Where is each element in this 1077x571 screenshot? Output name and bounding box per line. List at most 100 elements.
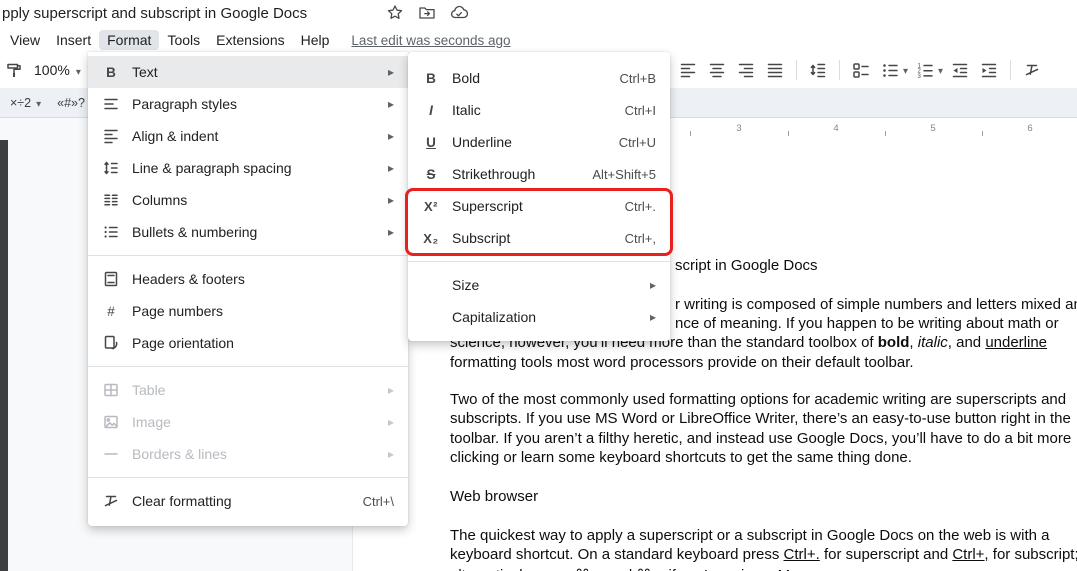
menu-tools[interactable]: Tools: [159, 30, 208, 50]
format-menu-item-paragraph-styles[interactable]: Paragraph styles: [88, 88, 408, 120]
doc-italic-word: italic: [917, 334, 948, 351]
text-submenu-item-bold[interactable]: B Bold Ctrl+B: [408, 62, 670, 94]
doc-subheading[interactable]: Web browser: [450, 488, 538, 505]
justify-icon[interactable]: [763, 58, 787, 82]
cloud-saved-icon[interactable]: [450, 4, 469, 22]
menu-view[interactable]: View: [2, 30, 48, 50]
paint-format-icon[interactable]: [2, 58, 26, 82]
math-operations-label: ×÷2: [10, 95, 32, 110]
menu-item-label: Text: [132, 64, 158, 80]
menu-help[interactable]: Help: [293, 30, 338, 50]
submenu-arrow-icon: [646, 276, 656, 294]
doc-line[interactable]: The quickest way to apply a superscript …: [450, 527, 1049, 544]
menu-item-label: Bullets & numbering: [132, 224, 258, 240]
doc-line[interactable]: Two of the most commonly used formatting…: [450, 391, 1066, 408]
text-submenu-item-strikethrough[interactable]: S Strikethrough Alt+Shift+5: [408, 158, 670, 190]
doc-heading-fragment[interactable]: script in Google Docs: [675, 257, 818, 274]
line-spacing-icon[interactable]: [806, 58, 830, 82]
menu-item-shortcut: Ctrl+I: [624, 102, 656, 118]
strikethrough-icon: S: [426, 166, 436, 182]
submenu-arrow-icon: [384, 63, 394, 81]
menu-item-label: Paragraph styles: [132, 96, 238, 112]
submenu-arrow-icon: [384, 127, 394, 145]
submenu-arrow-icon: [384, 95, 394, 113]
menu-item-label: Capitalization: [452, 309, 537, 325]
doc-line[interactable]: formatting tools most word processors pr…: [450, 354, 914, 371]
math-symbols-label: «#»?: [57, 95, 85, 110]
format-menu-item-line-spacing[interactable]: Line & paragraph spacing: [88, 152, 408, 184]
text-submenu-item-underline[interactable]: U Underline Ctrl+U: [408, 126, 670, 158]
bulleted-list-button[interactable]: [878, 58, 908, 82]
zoom-caret-icon: [76, 62, 81, 78]
toolbar-divider: [1010, 60, 1012, 80]
ruler-tick: [885, 131, 886, 136]
align-indent-icon: [100, 127, 122, 145]
format-menu-item-image: Image: [88, 406, 408, 438]
bulleted-list-caret-icon: [903, 61, 908, 79]
underline-icon: U: [426, 134, 436, 150]
format-menu-item-align-indent[interactable]: Align & indent: [88, 120, 408, 152]
clear-formatting-icon[interactable]: [1020, 58, 1044, 82]
star-icon[interactable]: [386, 4, 404, 22]
menu-item-label: Bold: [452, 70, 481, 86]
format-menu-item-page-orientation[interactable]: Page orientation: [88, 327, 408, 359]
format-menu-item-bullets-numbering[interactable]: Bullets & numbering: [88, 216, 408, 248]
ruler-tick: [690, 131, 691, 136]
text-submenu-item-size[interactable]: Size: [408, 269, 670, 301]
doc-text-segment: , and: [947, 334, 986, 351]
menu-format[interactable]: Format: [99, 30, 160, 50]
text-submenu-item-italic[interactable]: I Italic Ctrl+I: [408, 94, 670, 126]
doc-text-segment: keyboard shortcut. On a standard keyboar…: [450, 546, 784, 563]
move-folder-icon[interactable]: [418, 4, 436, 22]
menu-divider: [88, 255, 408, 256]
menu-item-label: Headers & footers: [132, 271, 245, 287]
columns-icon: [100, 191, 122, 209]
menu-item-label: Size: [452, 277, 480, 293]
numbered-list-button[interactable]: 123: [913, 58, 943, 82]
format-menu-item-text[interactable]: B Text: [88, 56, 408, 88]
increase-indent-icon[interactable]: [977, 58, 1001, 82]
menu-extensions[interactable]: Extensions: [208, 30, 292, 50]
decrease-indent-icon[interactable]: [948, 58, 972, 82]
text-format-icon: B: [106, 64, 116, 80]
align-right-icon[interactable]: [734, 58, 758, 82]
doc-line[interactable]: alternatively press ⌘+. and ⌘+, if you’r…: [450, 566, 810, 571]
menu-insert[interactable]: Insert: [48, 30, 99, 50]
page-numbers-icon: #: [107, 303, 115, 319]
align-center-icon[interactable]: [705, 58, 729, 82]
doc-line[interactable]: subscripts. If you use MS Word or LibreO…: [450, 410, 1071, 427]
menu-item-label: Table: [132, 382, 166, 398]
line-paragraph-spacing-icon: [100, 159, 122, 177]
numbered-list-caret-icon: [938, 61, 943, 79]
checklist-icon[interactable]: [849, 58, 873, 82]
math-operations-menu[interactable]: ×÷2: [10, 96, 41, 110]
last-edit-status[interactable]: Last edit was seconds ago: [351, 33, 510, 48]
document-title[interactable]: pply superscript and subscript in Google…: [2, 5, 307, 22]
menu-divider: [88, 477, 408, 478]
menubar: View Insert Format Tools Extensions Help…: [0, 28, 511, 52]
format-menu-item-headers-footers[interactable]: Headers & footers: [88, 263, 408, 295]
doc-line[interactable]: r writing is composed of simple numbers …: [675, 296, 1077, 313]
menu-item-label: Line & paragraph spacing: [132, 160, 292, 176]
doc-text-segment: for subscript;: [988, 546, 1077, 563]
format-menu-item-table: Table: [88, 374, 408, 406]
borders-lines-icon: [100, 445, 122, 463]
align-left-icon[interactable]: [676, 58, 700, 82]
format-menu-item-clear-formatting[interactable]: Clear formatting Ctrl+\: [88, 485, 408, 517]
headers-footers-icon: [100, 270, 122, 288]
page-orientation-icon: [100, 334, 122, 352]
text-submenu-item-capitalization[interactable]: Capitalization: [408, 301, 670, 333]
doc-line[interactable]: toolbar. If you aren’t a filthy heretic,…: [450, 430, 1071, 447]
annotation-highlight-box: [405, 188, 673, 256]
math-symbols-menu[interactable]: «#»?: [57, 96, 85, 110]
svg-text:3: 3: [918, 74, 922, 79]
doc-line[interactable]: nce of meaning. If you happen to be writ…: [675, 315, 1059, 332]
format-menu-item-columns[interactable]: Columns: [88, 184, 408, 216]
doc-line[interactable]: clicking or learn some keyboard shortcut…: [450, 449, 912, 466]
format-menu-item-borders-lines: Borders & lines: [88, 438, 408, 470]
ruler-mark-3: 3: [736, 123, 742, 134]
doc-line[interactable]: keyboard shortcut. On a standard keyboar…: [450, 546, 1077, 563]
format-menu-item-page-numbers[interactable]: # Page numbers: [88, 295, 408, 327]
zoom-control[interactable]: 100%: [34, 58, 81, 82]
doc-shortcut-superscript: Ctrl+.: [783, 546, 820, 563]
